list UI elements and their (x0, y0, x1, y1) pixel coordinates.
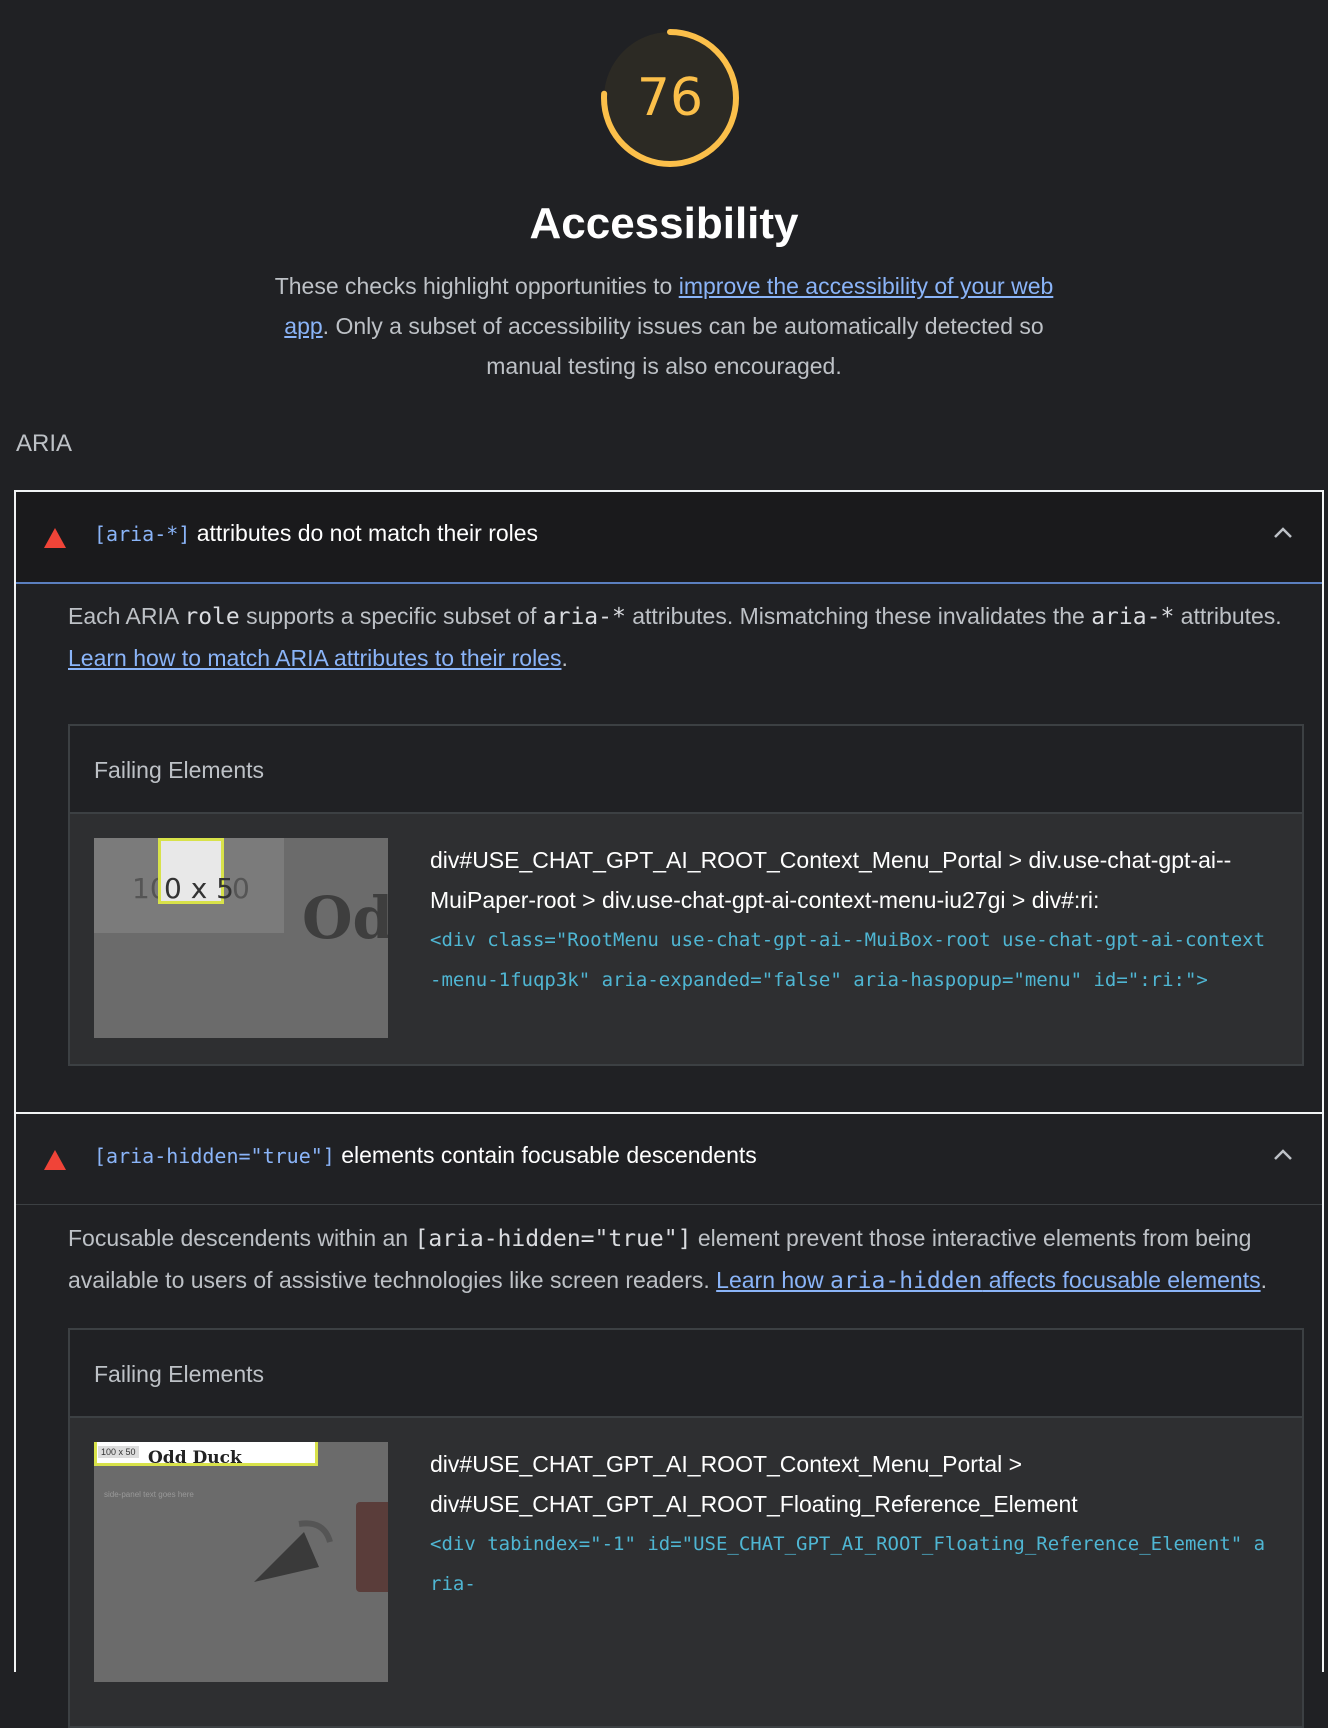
node-selector: div#USE_CHAT_GPT_AI_ROOT_Context_Menu_Po… (430, 847, 1232, 913)
audit-title-code: [aria-hidden="true"] (94, 1144, 335, 1168)
node-info: div#USE_CHAT_GPT_AI_ROOT_Context_Menu_Po… (430, 1444, 1270, 1604)
score-value: 76 (636, 68, 704, 128)
desc-text: attributes. (1174, 603, 1282, 629)
table-header: Failing Elements (70, 726, 1302, 814)
audit-header[interactable]: [aria-hidden="true"] elements contain fo… (16, 1114, 1322, 1205)
audit-title-text: attributes do not match their roles (190, 520, 539, 546)
audit-description: Focusable descendents within an [aria-hi… (68, 1218, 1298, 1302)
desc-text: supports a specific subset of (239, 603, 543, 629)
desc-code: aria-* (1091, 604, 1175, 630)
score-gauge: 76 (596, 24, 744, 172)
chevron-up-icon[interactable] (1270, 520, 1296, 546)
audit-aria-hidden-focus: [aria-hidden="true"] elements contain fo… (14, 1112, 1324, 1728)
thumb-title: Odd Duck (148, 1448, 242, 1468)
audit-title: [aria-hidden="true"] elements contain fo… (94, 1142, 757, 1169)
element-screenshot: 10 0 x 5 0 Od (94, 838, 388, 1038)
pizza-slice-icon (254, 1520, 333, 1582)
can-icon (356, 1502, 388, 1592)
desc-text: attributes. Mismatching these invalidate… (625, 603, 1092, 629)
audit-title-text: elements contain focusable descendents (334, 1142, 757, 1168)
audit-header[interactable]: [aria-*] attributes do not match their r… (16, 492, 1322, 584)
desc-text: Focusable descendents within an (68, 1225, 415, 1251)
category-description: These checks highlight opportunities to … (270, 266, 1058, 386)
table-row: 10 0 x 5 0 Od div#USE_CHAT_GPT_AI_ROOT_C… (70, 814, 1302, 1064)
element-screenshot: 100 x 50 Odd Duck side-panel text goes h… (94, 1442, 388, 1682)
category-title: Accessibility (529, 199, 799, 248)
desc-text: . (561, 645, 568, 671)
node-snippet: <div class="RootMenu use-chat-gpt-ai--Mu… (430, 929, 1266, 991)
audit-aria-allowed-attr: [aria-*] attributes do not match their r… (14, 490, 1324, 1114)
category-description-text: These checks highlight opportunities to (274, 273, 679, 299)
fail-triangle-icon (44, 528, 66, 548)
audit-title: [aria-*] attributes do not match their r… (94, 520, 538, 547)
learn-more-link[interactable]: Learn how aria-hidden affects focusable … (716, 1267, 1261, 1294)
desc-text: . (1260, 1267, 1267, 1293)
desc-code: aria-* (542, 604, 626, 630)
audit-title-code: [aria-*] (94, 522, 191, 546)
link-code: aria-hidden (829, 1268, 983, 1294)
link-text: Learn how (716, 1267, 830, 1293)
thumb-sub: side-panel text goes here (104, 1490, 194, 1499)
category-description-text-end: . Only a subset of accessibility issues … (322, 313, 1044, 379)
failing-elements-table: Failing Elements 100 x 50 Odd Duck side-… (68, 1328, 1304, 1728)
desc-code: role (184, 604, 240, 630)
node-info: div#USE_CHAT_GPT_AI_ROOT_Context_Menu_Po… (430, 840, 1270, 1000)
desc-code: [aria-hidden="true"] (414, 1226, 692, 1252)
desc-text: Each ARIA (68, 603, 185, 629)
learn-more-link[interactable]: Learn how to match ARIA attributes to th… (68, 645, 561, 671)
node-selector: div#USE_CHAT_GPT_AI_ROOT_Context_Menu_Po… (430, 1451, 1078, 1517)
node-snippet: <div tabindex="-1" id="USE_CHAT_GPT_AI_R… (430, 1533, 1266, 1595)
group-title: ARIA (16, 430, 73, 457)
fail-triangle-icon (44, 1150, 66, 1170)
link-text: affects focusable elements (982, 1267, 1261, 1293)
audit-description: Each ARIA role supports a specific subse… (68, 596, 1298, 679)
thumb-label: 0 x 5 (164, 872, 234, 905)
thumb-text: Od (302, 884, 388, 952)
table-header: Failing Elements (70, 1330, 1302, 1418)
table-row: 100 x 50 Odd Duck side-panel text goes h… (70, 1418, 1302, 1726)
chevron-up-icon[interactable] (1270, 1142, 1296, 1168)
failing-elements-table: Failing Elements 10 0 x 5 0 Od div#USE_C… (68, 724, 1304, 1066)
thumb-label: 100 x 50 (98, 1446, 139, 1458)
thumb-label: 0 (232, 872, 250, 905)
